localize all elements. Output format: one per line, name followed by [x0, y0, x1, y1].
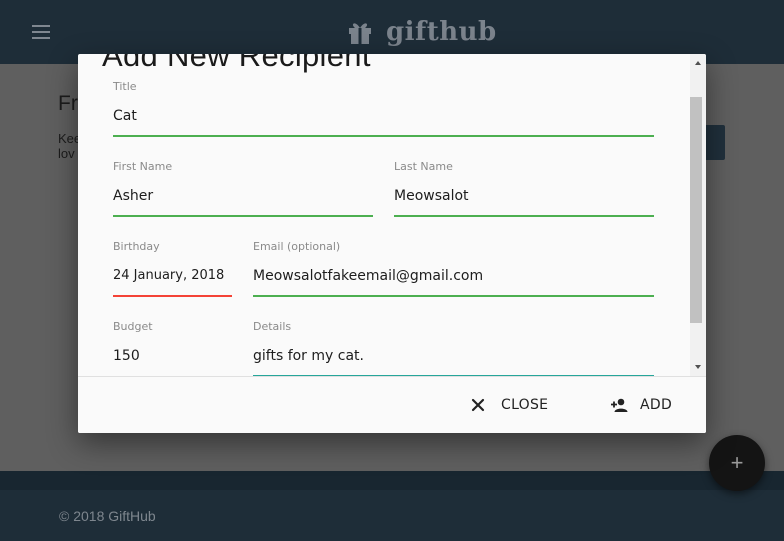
scrollbar-thumb[interactable] [690, 97, 702, 323]
brand-logo[interactable]: gifthub [346, 14, 497, 50]
footer: © 2018 GiftHub [0, 471, 784, 541]
last-name-field[interactable]: Last Name Meowsalot [394, 160, 654, 217]
person-add-icon [611, 398, 628, 412]
title-field[interactable]: Title Cat [113, 80, 654, 137]
add-recipient-fab[interactable]: + [709, 435, 765, 491]
title-label: Title [113, 80, 137, 93]
copyright-text: © 2018 GiftHub [59, 508, 156, 524]
first-name-field[interactable]: First Name Asher [113, 160, 373, 217]
modal-scrollbar[interactable] [690, 54, 706, 376]
page-heading: Fr [58, 92, 78, 115]
birthday-field[interactable]: Birthday 24 January, 2018 [113, 240, 232, 297]
scroll-up-arrow-icon[interactable] [694, 59, 702, 67]
email-field[interactable]: Email (optional) Meowsalotfakeemail@gmai… [253, 240, 654, 297]
details-textarea[interactable]: gifts for my cat. [253, 348, 654, 368]
first-name-input[interactable]: Asher [113, 188, 373, 208]
last-name-input[interactable]: Meowsalot [394, 188, 654, 208]
details-field[interactable]: Details gifts for my cat. [253, 320, 654, 376]
scroll-down-arrow-icon[interactable] [694, 363, 702, 371]
last-name-label: Last Name [394, 160, 453, 173]
add-button-label: ADD [640, 397, 673, 413]
first-name-label: First Name [113, 160, 173, 173]
plus-icon: + [730, 450, 744, 475]
brand-name: gifthub [386, 17, 497, 47]
add-button[interactable]: ADD [610, 377, 672, 433]
birthday-input[interactable]: 24 January, 2018 [113, 268, 232, 288]
title-input[interactable]: Cat [113, 108, 654, 128]
budget-input[interactable]: 150 [113, 348, 232, 368]
modal-title: Add New Recipient [102, 54, 371, 73]
close-button[interactable]: CLOSE [471, 377, 548, 433]
add-recipient-modal: Add New Recipient Title Cat First Name A… [78, 54, 706, 433]
budget-label: Budget [113, 320, 153, 333]
close-button-label: CLOSE [501, 397, 549, 413]
modal-footer: CLOSE ADD [78, 376, 706, 433]
hamburger-menu-icon[interactable] [32, 25, 50, 39]
email-label: Email (optional) [253, 240, 341, 253]
close-icon [471, 398, 485, 412]
modal-content[interactable]: Add New Recipient Title Cat First Name A… [78, 54, 690, 376]
birthday-label: Birthday [113, 240, 160, 253]
details-label: Details [253, 320, 292, 333]
gift-icon [349, 23, 371, 44]
budget-field[interactable]: Budget 150 [113, 320, 232, 376]
email-input[interactable]: Meowsalotfakeemail@gmail.com [253, 268, 654, 288]
